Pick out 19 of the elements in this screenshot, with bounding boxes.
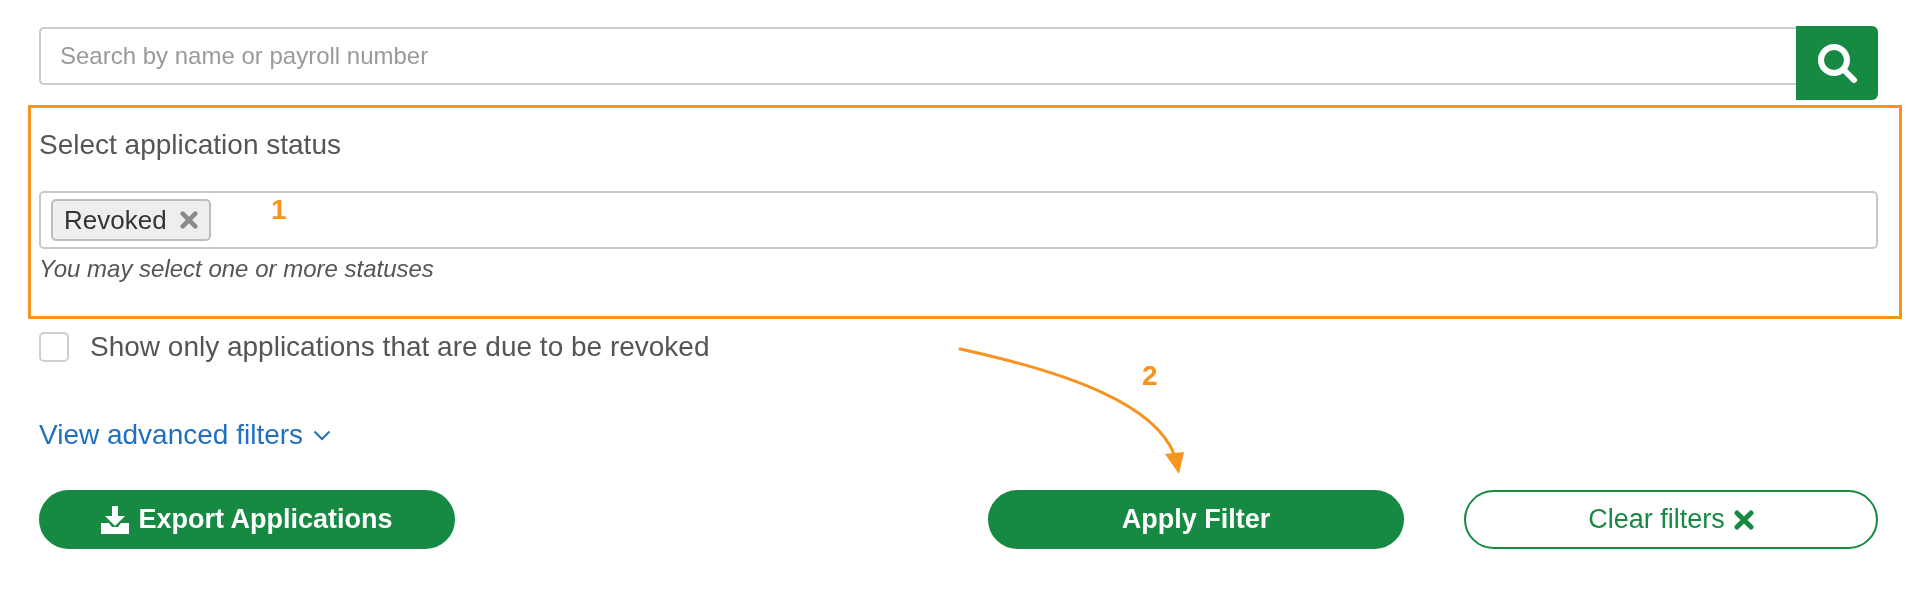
help-text: You may select one or more statuses	[39, 255, 434, 283]
checkbox-label: Show only applications that are due to be revoked	[90, 331, 710, 363]
apply-button[interactable]: Apply Filter	[988, 490, 1404, 549]
remove-icon[interactable]	[179, 211, 198, 229]
export-button[interactable]: Export Applications	[39, 490, 455, 549]
annotation-number: 2	[1142, 362, 1158, 390]
search-field[interactable]: Search by name or payroll number	[39, 27, 1796, 85]
download-icon	[101, 505, 130, 534]
advanced-filters-link[interactable]: View advanced filters	[39, 419, 332, 451]
tag-label: Revoked	[64, 205, 167, 235]
checkbox[interactable]	[39, 332, 69, 362]
annotation-number: 1	[271, 196, 287, 224]
clear-button[interactable]: Clear filters	[1464, 490, 1878, 549]
status-select-field[interactable]: Revoked 1	[39, 191, 1878, 249]
search-icon	[1816, 42, 1858, 84]
search-button[interactable]	[1796, 26, 1878, 100]
chevron-down-icon	[313, 429, 332, 441]
close-icon	[1733, 509, 1754, 530]
section-title: Select application status	[39, 129, 341, 161]
